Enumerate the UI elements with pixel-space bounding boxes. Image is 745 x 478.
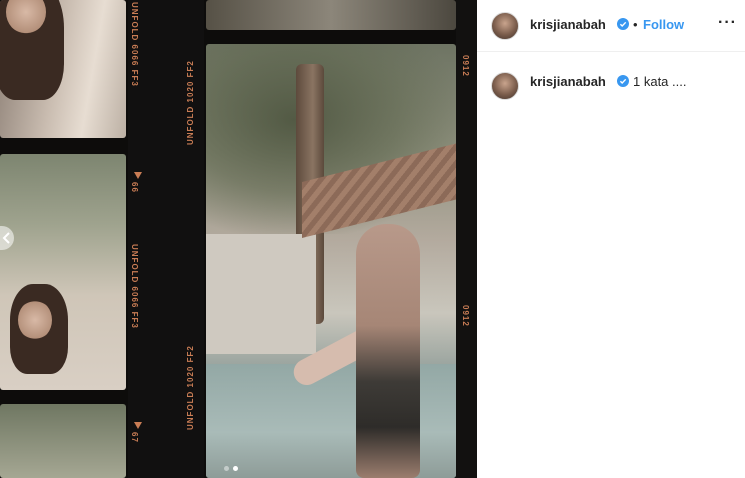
film-frame-top bbox=[206, 0, 456, 30]
carousel-prev-button[interactable] bbox=[0, 226, 14, 250]
film-edge-number: 0912 bbox=[461, 55, 470, 77]
film-label: UNFOLD 1020 FF2 bbox=[186, 345, 195, 430]
header-separator: • bbox=[633, 17, 638, 32]
caption-username[interactable]: krisjianabah bbox=[530, 74, 606, 89]
caption-text: 1 kata .... bbox=[633, 74, 687, 89]
face-shape bbox=[18, 300, 52, 340]
film-frame-main bbox=[206, 44, 456, 478]
avatar[interactable] bbox=[491, 72, 519, 100]
film-label: UNFOLD 1020 FF2 bbox=[186, 60, 195, 145]
carousel-indicator bbox=[224, 466, 238, 471]
film-marker-icon bbox=[134, 422, 142, 429]
film-label: UNFOLD 6066 FF3 bbox=[130, 2, 139, 87]
carousel-dot[interactable] bbox=[224, 466, 229, 471]
film-edge-number: 0912 bbox=[461, 305, 470, 327]
film-frame-left-bottom bbox=[0, 404, 126, 478]
follow-button[interactable]: Follow bbox=[643, 17, 684, 32]
film-frame-number: 66 bbox=[130, 182, 139, 193]
person-shape bbox=[356, 224, 420, 478]
verified-badge-icon bbox=[617, 75, 629, 87]
header-username[interactable]: krisjianabah bbox=[530, 17, 606, 32]
avatar[interactable] bbox=[491, 12, 519, 40]
more-options-icon[interactable]: ··· bbox=[718, 14, 737, 32]
post-side-panel: krisjianabah • Follow ··· krisjianabah 1… bbox=[477, 0, 745, 478]
wall-shape bbox=[206, 234, 316, 354]
carousel-dot-active[interactable] bbox=[233, 466, 238, 471]
verified-badge-icon bbox=[617, 18, 629, 30]
film-frame-number: 67 bbox=[130, 432, 139, 443]
post-header: krisjianabah • Follow ··· bbox=[477, 0, 745, 52]
post-image[interactable]: UNFOLD 6066 FF3 66 UNFOLD 6066 FF3 67 UN… bbox=[0, 0, 477, 478]
film-frame-left-top bbox=[0, 0, 126, 138]
film-marker-icon bbox=[134, 172, 142, 179]
film-frame-left-middle bbox=[0, 154, 126, 390]
film-label: UNFOLD 6066 FF3 bbox=[130, 244, 139, 329]
chevron-left-icon bbox=[2, 232, 10, 244]
